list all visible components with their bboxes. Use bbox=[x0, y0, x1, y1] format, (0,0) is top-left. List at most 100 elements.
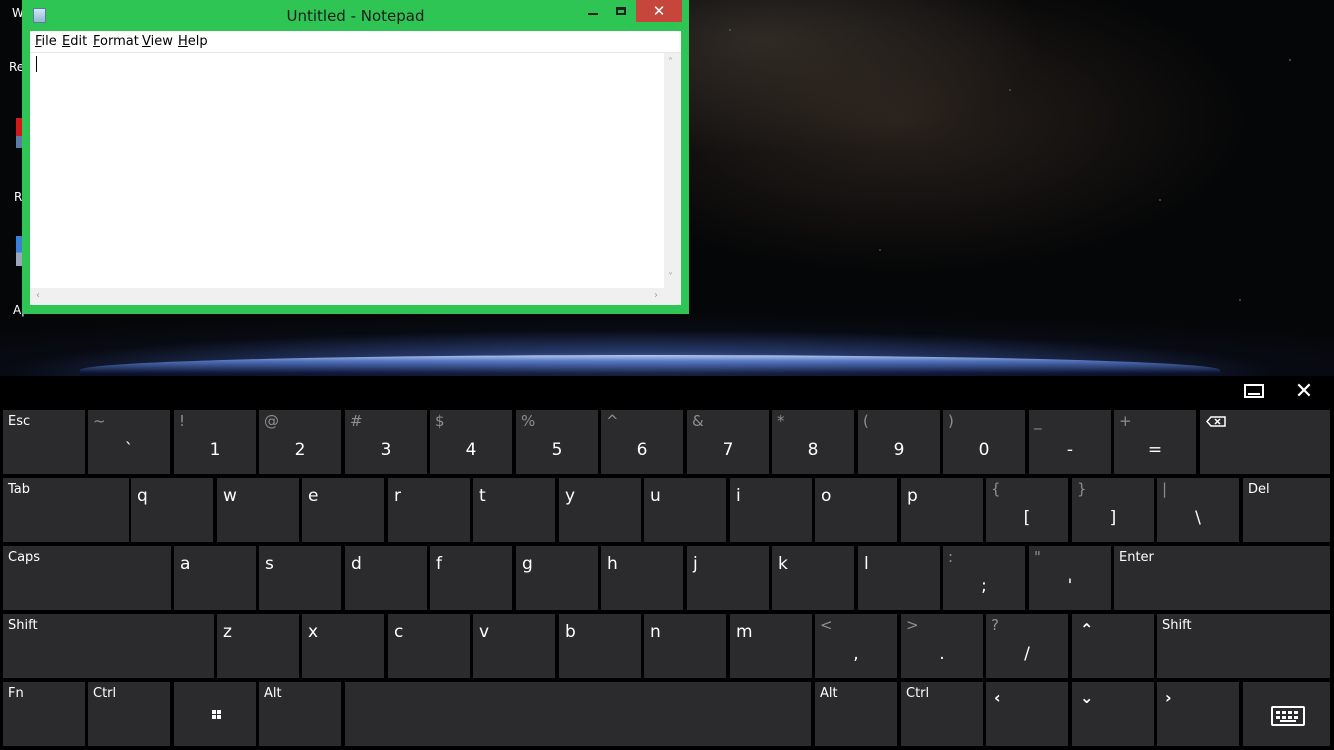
key-symbol[interactable]: " ' bbox=[1029, 546, 1111, 610]
key-arrow[interactable]: › bbox=[1157, 682, 1239, 746]
scroll-left-icon[interactable]: ‹ bbox=[36, 291, 40, 301]
key-p[interactable]: p bbox=[901, 478, 983, 542]
maximize-button[interactable] bbox=[608, 0, 634, 22]
key-symbol: 8 bbox=[807, 440, 819, 460]
key-b[interactable]: b bbox=[559, 614, 641, 678]
key-v[interactable]: v bbox=[473, 614, 555, 678]
key-t[interactable]: t bbox=[473, 478, 555, 542]
key-symbol: ` bbox=[124, 440, 134, 460]
key-fn[interactable]: Fn bbox=[3, 682, 85, 746]
key-symbol[interactable]: >. bbox=[901, 614, 983, 678]
key-y[interactable]: y bbox=[559, 478, 641, 542]
key-w[interactable]: w bbox=[217, 478, 299, 542]
key-keyboard[interactable] bbox=[1243, 682, 1330, 746]
key-symbol: 5 bbox=[551, 440, 563, 460]
key-r[interactable]: r bbox=[388, 478, 470, 542]
key-backspace[interactable] bbox=[1200, 410, 1330, 474]
menu-file[interactable]: File bbox=[35, 34, 57, 49]
key-caps[interactable]: Caps bbox=[3, 546, 171, 610]
key-x[interactable]: x bbox=[302, 614, 384, 678]
key-label: Shift bbox=[1162, 618, 1192, 633]
key-letter: h bbox=[607, 554, 618, 574]
key-symbol[interactable]: }] bbox=[1072, 478, 1154, 542]
key-f[interactable]: f bbox=[430, 546, 512, 610]
text-editor[interactable]: ˄ ˅ ‹ › bbox=[30, 52, 681, 305]
key-ctrl[interactable]: Ctrl bbox=[901, 682, 983, 746]
key-shift-symbol: } bbox=[1077, 480, 1087, 498]
key-symbol[interactable]: $4 bbox=[430, 410, 512, 474]
key-u[interactable]: u bbox=[644, 478, 726, 542]
menu-view[interactable]: View bbox=[142, 34, 173, 49]
menu-edit[interactable]: Edit bbox=[62, 34, 87, 49]
notepad-title-bar[interactable]: Untitled - Notepad ✕ bbox=[22, 0, 689, 31]
menu-help[interactable]: Help bbox=[178, 34, 208, 49]
key-l[interactable]: l bbox=[858, 546, 940, 610]
key-e[interactable]: e bbox=[302, 478, 384, 542]
key-windows[interactable] bbox=[174, 682, 256, 746]
key-m[interactable]: m bbox=[730, 614, 812, 678]
key-symbol[interactable]: #3 bbox=[345, 410, 427, 474]
key-symbol[interactable]: * 8 bbox=[772, 410, 854, 474]
menu-format[interactable]: Format bbox=[93, 34, 139, 49]
key-letter: w bbox=[223, 486, 237, 506]
key-symbol[interactable]: ^ 6 bbox=[601, 410, 683, 474]
key-n[interactable]: n bbox=[644, 614, 726, 678]
key-symbol[interactable]: | \ bbox=[1157, 478, 1239, 542]
key-j[interactable]: j bbox=[687, 546, 769, 610]
key-alt[interactable]: Alt bbox=[259, 682, 341, 746]
key-ctrl[interactable]: Ctrl bbox=[88, 682, 170, 746]
resize-grip-icon[interactable] bbox=[664, 288, 681, 305]
key-g[interactable]: g bbox=[516, 546, 598, 610]
key-arrow[interactable]: ⌃ bbox=[1072, 614, 1154, 678]
minimize-button[interactable] bbox=[580, 0, 606, 22]
scroll-up-icon[interactable]: ˄ bbox=[668, 58, 673, 68]
chevron-icon: ‹ bbox=[994, 688, 1001, 707]
key-i[interactable]: i bbox=[730, 478, 812, 542]
key-tab[interactable]: Tab bbox=[3, 478, 129, 542]
key-letter: f bbox=[436, 554, 442, 574]
keyboard-close-button[interactable]: ✕ bbox=[1292, 380, 1316, 404]
key-space[interactable] bbox=[345, 682, 811, 746]
key-arrow[interactable]: ⌄ bbox=[1072, 682, 1154, 746]
key-k[interactable]: k bbox=[772, 546, 854, 610]
key-symbol: 0 bbox=[978, 440, 990, 460]
scroll-right-icon[interactable]: › bbox=[654, 291, 658, 301]
key-symbol[interactable]: ? / bbox=[986, 614, 1068, 678]
key-symbol[interactable]: & 7 bbox=[687, 410, 769, 474]
key-symbol[interactable]: % 5 bbox=[516, 410, 598, 474]
key-z[interactable]: z bbox=[217, 614, 299, 678]
key-symbol[interactable]: ) 0 bbox=[943, 410, 1025, 474]
key-s[interactable]: s bbox=[259, 546, 341, 610]
key-del[interactable]: Del bbox=[1243, 478, 1330, 542]
key-symbol[interactable]: _ - bbox=[1029, 410, 1111, 474]
key-symbol[interactable]: (9 bbox=[858, 410, 940, 474]
key-esc[interactable]: Esc bbox=[3, 410, 85, 474]
key-enter[interactable]: Enter bbox=[1114, 546, 1330, 610]
key-symbol[interactable]: ! 1 bbox=[174, 410, 256, 474]
minimize-icon bbox=[588, 13, 598, 15]
key-symbol[interactable]: {[ bbox=[986, 478, 1068, 542]
key-q[interactable]: q bbox=[131, 478, 213, 542]
key-d[interactable]: d bbox=[345, 546, 427, 610]
chevron-icon: ⌃ bbox=[1080, 620, 1094, 639]
key-a[interactable]: a bbox=[174, 546, 256, 610]
key-shift[interactable]: Shift bbox=[1157, 614, 1330, 678]
horizontal-scrollbar[interactable]: ‹ › bbox=[30, 288, 664, 305]
scroll-down-icon[interactable]: ˅ bbox=[668, 273, 673, 283]
key-h[interactable]: h bbox=[601, 546, 683, 610]
key-o[interactable]: o bbox=[815, 478, 897, 542]
key-symbol[interactable]: <, bbox=[815, 614, 897, 678]
key-symbol[interactable]: ~ ` bbox=[88, 410, 170, 474]
dock-keyboard-button[interactable] bbox=[1244, 384, 1266, 402]
key-symbol[interactable]: :; bbox=[943, 546, 1025, 610]
key-arrow[interactable]: ‹ bbox=[986, 682, 1068, 746]
menu-label: ile bbox=[41, 34, 57, 49]
close-button[interactable]: ✕ bbox=[636, 0, 682, 22]
key-symbol: 2 bbox=[294, 440, 306, 460]
key-symbol[interactable]: @2 bbox=[259, 410, 341, 474]
vertical-scrollbar[interactable]: ˄ ˅ bbox=[664, 53, 681, 288]
key-alt[interactable]: Alt bbox=[815, 682, 897, 746]
key-symbol[interactable]: + = bbox=[1114, 410, 1196, 474]
key-shift[interactable]: Shift bbox=[3, 614, 214, 678]
key-c[interactable]: c bbox=[388, 614, 470, 678]
